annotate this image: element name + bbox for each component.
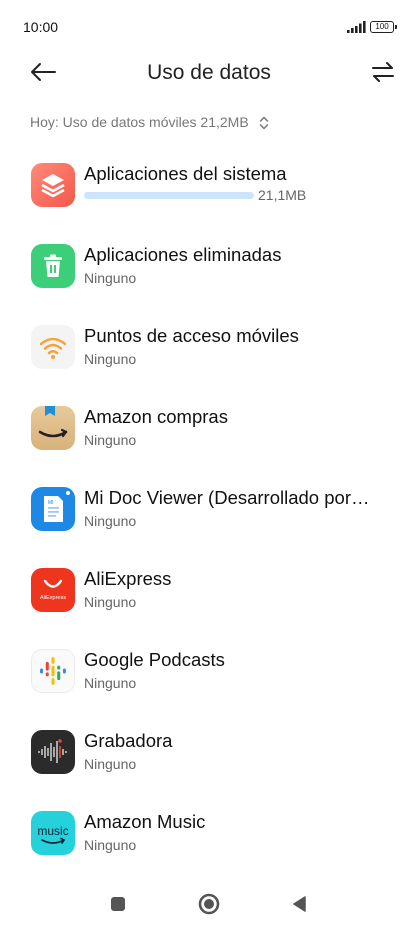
daily-usage-summary[interactable]: Hoy: Uso de datos móviles 21,2MB [30,114,269,130]
app-name: Grabadora [84,730,173,751]
summary-text: Hoy: Uso de datos móviles 21,2MB [30,114,249,130]
app-name: Mi Doc Viewer (Desarrollado por… [84,487,370,508]
signal-icon [347,21,366,33]
usage-value: 21,1MB [258,187,307,203]
status-bar: 10:00 100 [0,0,418,54]
amazon-shopping-icon [31,406,75,450]
status-time: 10:00 [23,19,59,35]
app-usage-status: Ninguno [84,837,137,853]
list-item-amazon-shopping[interactable]: Amazon compras Ninguno [0,391,418,472]
battery-icon: 100 [370,21,397,33]
list-item-deleted-apps[interactable]: Aplicaciones eliminadas Ninguno [0,229,418,310]
chevron-up-down-icon [259,116,268,130]
doc-icon-label: MI [48,500,54,506]
google-podcasts-icon [31,649,75,693]
list-item-amazon-music[interactable]: music Amazon Music Ninguno [0,796,418,877]
circle-icon[interactable] [195,890,223,918]
aliexpress-icon: AliExpress [31,568,75,612]
doc-viewer-icon: MI [31,487,75,531]
app-name: Aplicaciones eliminadas [84,244,282,265]
app-name: Amazon compras [84,406,228,427]
app-usage-status: Ninguno [84,594,137,610]
app-name: Aplicaciones del sistema [84,163,287,184]
battery-level: 100 [375,22,389,31]
app-name: AliExpress [84,568,172,589]
square-icon[interactable] [104,890,132,918]
app-name: Amazon Music [84,811,206,832]
app-name: Puntos de acceso móviles [84,325,299,346]
list-item-mi-doc-viewer[interactable]: MI Mi Doc Viewer (Desarrollado por… Ning… [0,472,418,553]
list-item-google-podcasts[interactable]: Google Podcasts Ninguno [0,634,418,715]
app-name: Google Podcasts [84,649,225,670]
wifi-hotspot-icon [31,325,75,369]
app-usage-status: Ninguno [84,351,137,367]
amazon-music-icon: music [31,811,75,855]
amazon-music-wordmark: music [37,824,68,838]
swap-arrows-icon[interactable] [370,60,396,84]
app-usage-status: Ninguno [84,756,137,772]
app-usage-status: Ninguno [84,513,137,529]
aliexpress-wordmark: AliExpress [40,595,66,601]
system-navigation-bar [0,880,418,928]
list-item-system-apps[interactable]: Aplicaciones del sistema 21,1MB [0,148,418,229]
usage-progress-bar [84,192,254,199]
recorder-icon [31,730,75,774]
list-item-aliexpress[interactable]: AliExpress AliExpress Ninguno [0,553,418,634]
app-usage-status: Ninguno [84,432,137,448]
system-apps-icon [31,163,75,207]
app-usage-status: Ninguno [84,675,137,691]
page-title: Uso de datos [147,61,271,84]
list-item-recorder[interactable]: Grabadora Ninguno [0,715,418,796]
trash-icon [31,244,75,288]
top-app-bar: Uso de datos [0,54,418,94]
list-item-mobile-hotspot[interactable]: Puntos de acceso móviles Ninguno [0,310,418,391]
triangle-back-icon[interactable] [286,890,314,918]
app-usage-status: Ninguno [84,270,137,286]
